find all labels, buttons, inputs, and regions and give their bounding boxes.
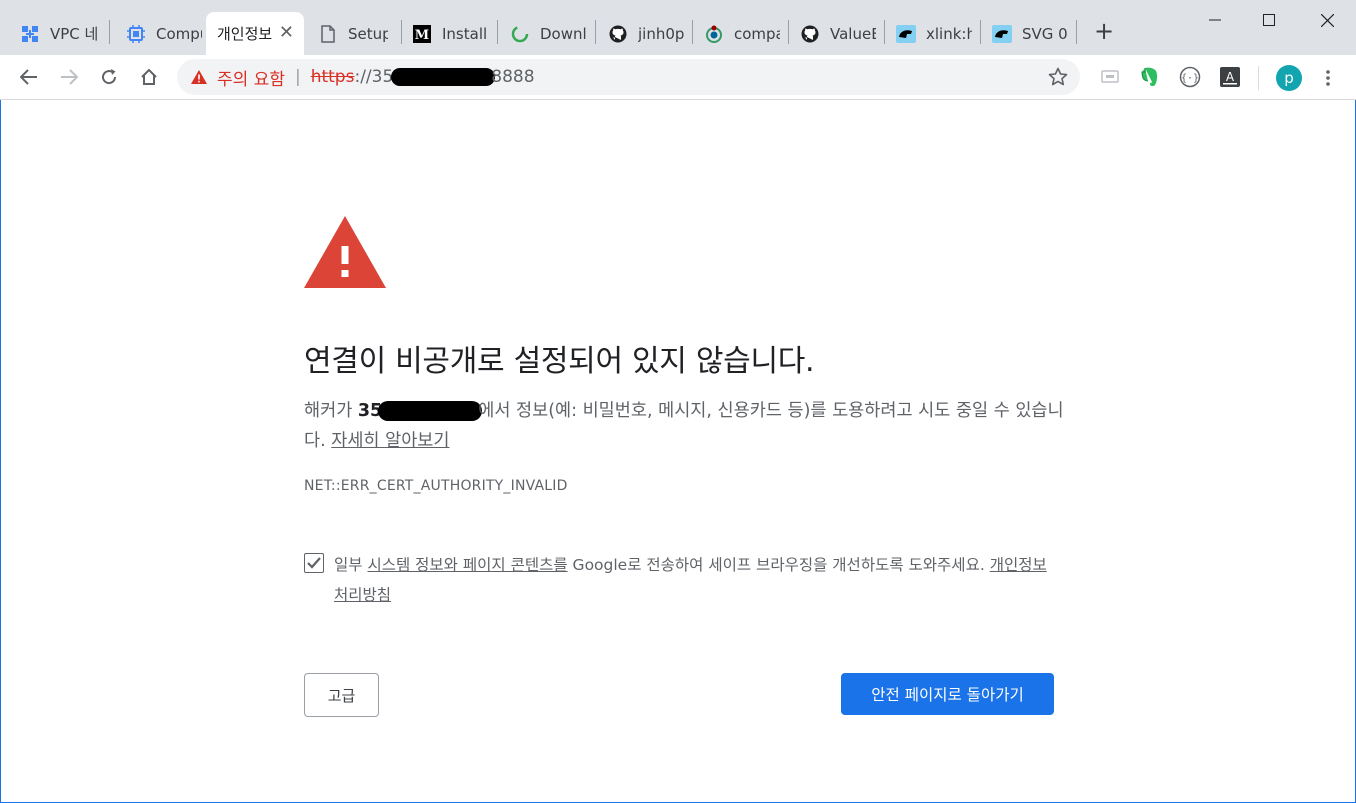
svg-text:A: A bbox=[1226, 70, 1235, 84]
tab-title: Installi bbox=[442, 24, 488, 43]
braces-icon: {·} bbox=[1179, 66, 1201, 88]
vpc-network-icon bbox=[20, 24, 40, 44]
tab-separator bbox=[1076, 20, 1077, 44]
back-to-safety-button[interactable]: 안전 페이지로 돌아가기 bbox=[841, 673, 1054, 715]
error-code: NET::ERR_CERT_AUTHORITY_INVALID bbox=[304, 478, 568, 494]
minimize-icon bbox=[1209, 19, 1221, 21]
home-icon bbox=[141, 68, 157, 85]
extension-cast[interactable] bbox=[1097, 64, 1123, 90]
profile-avatar[interactable]: p bbox=[1276, 65, 1302, 91]
tab-xlink[interactable]: xlink:h bbox=[882, 12, 978, 55]
document-icon bbox=[318, 24, 338, 44]
tab-title: Downl bbox=[540, 24, 586, 43]
system-info-link[interactable]: 시스템 정보와 페이지 콘텐츠를 bbox=[367, 556, 567, 574]
tab-svg[interactable]: SVG 0 bbox=[978, 12, 1074, 55]
close-icon bbox=[1320, 13, 1334, 27]
github-icon bbox=[608, 24, 628, 44]
url-host-prefix: ://35 bbox=[354, 67, 394, 87]
toolbar-separator bbox=[1258, 66, 1259, 90]
medium-logo-icon: M bbox=[412, 24, 432, 44]
extension-typography[interactable]: A bbox=[1217, 64, 1243, 90]
page-title: 연결이 비공개로 설정되어 있지 않습니다. bbox=[304, 344, 815, 379]
font-a-icon: A bbox=[1220, 67, 1240, 87]
evernote-icon bbox=[1141, 67, 1158, 87]
extension-evernote[interactable] bbox=[1137, 64, 1163, 90]
arrow-left-icon bbox=[20, 69, 37, 85]
url-scheme: https bbox=[310, 67, 355, 87]
tab-title: ValueE bbox=[830, 24, 876, 43]
error-description: 해커가 35 에서 정보(예: 비밀번호, 메시지, 신용카드 등)를 도용하려고… bbox=[304, 396, 1064, 456]
tab-vpc[interactable]: VPC 네 bbox=[6, 12, 106, 55]
learn-more-link[interactable]: 자세히 알아보기 bbox=[331, 431, 449, 451]
maximize-button[interactable] bbox=[1246, 6, 1292, 34]
optin-prefix: 일부 bbox=[334, 556, 368, 574]
bookmark-star-icon[interactable] bbox=[1048, 67, 1068, 87]
maximize-icon bbox=[1263, 14, 1275, 26]
reload-button[interactable] bbox=[95, 63, 123, 91]
tab-title: 개인정보 bbox=[217, 25, 273, 43]
forward-button[interactable] bbox=[55, 63, 83, 91]
more-vertical-icon bbox=[1326, 70, 1330, 86]
github-icon bbox=[800, 24, 820, 44]
tab-setup[interactable]: Setup bbox=[304, 12, 398, 55]
tab-title: xlink:h bbox=[926, 24, 972, 43]
checkmark-icon bbox=[307, 557, 321, 569]
warning-triangle-icon bbox=[304, 216, 386, 288]
home-button[interactable] bbox=[135, 63, 163, 91]
minimize-button[interactable] bbox=[1192, 6, 1238, 34]
tab-compa[interactable]: compa bbox=[690, 12, 786, 55]
tab-valuee[interactable]: ValueE bbox=[786, 12, 882, 55]
svg-text:{·}: {·} bbox=[1181, 73, 1199, 84]
url-text: https://35 8888 bbox=[311, 67, 535, 87]
tab-download[interactable]: Downl bbox=[496, 12, 592, 55]
advanced-button[interactable]: 고급 bbox=[304, 673, 379, 717]
mdn-dino-icon bbox=[896, 24, 916, 44]
tab-installing[interactable]: M Installi bbox=[398, 12, 494, 55]
tab-title: VPC 네 bbox=[50, 25, 99, 43]
window-close-button[interactable] bbox=[1304, 6, 1350, 34]
url-port: 8888 bbox=[491, 67, 535, 87]
desc-prefix: 해커가 bbox=[304, 401, 358, 421]
browser-menu-button[interactable] bbox=[1318, 65, 1338, 91]
new-tab-button[interactable]: + bbox=[1092, 19, 1116, 44]
tab-title: Setup bbox=[348, 24, 388, 43]
screen-icon bbox=[1101, 70, 1119, 83]
reload-icon bbox=[102, 69, 117, 85]
security-chip[interactable]: 주의 요함 bbox=[191, 65, 285, 90]
browser-toolbar: 주의 요함 | https://35 8888 {·} A p bbox=[0, 55, 1356, 100]
safe-browsing-checkbox[interactable] bbox=[304, 553, 324, 573]
arrow-right-icon bbox=[61, 69, 78, 85]
tab-title: jinh0p bbox=[638, 24, 684, 43]
tab-strip: VPC 네 Compu 개인정보 ✕ Setup M Installi Down… bbox=[0, 0, 1356, 55]
omnibox-separator: | bbox=[294, 67, 301, 87]
tab-title: Compu bbox=[156, 24, 202, 43]
tab-privacy-error[interactable]: 개인정보 ✕ bbox=[206, 12, 304, 55]
security-label: 주의 요함 bbox=[217, 69, 285, 90]
tab-title: compa bbox=[734, 24, 780, 43]
svg-text:M: M bbox=[415, 28, 429, 43]
loading-spinner-icon bbox=[510, 24, 530, 44]
tab-separator bbox=[109, 20, 110, 44]
close-tab-icon[interactable]: ✕ bbox=[279, 23, 294, 43]
address-bar[interactable]: 주의 요함 | https://35 8888 bbox=[177, 59, 1080, 95]
mdn-dino-icon bbox=[992, 24, 1012, 44]
tab-compute[interactable]: Compu bbox=[112, 12, 202, 55]
safe-browsing-optin: 일부 시스템 정보와 페이지 콘텐츠를 Google로 전송하여 세이프 브라우… bbox=[334, 550, 1054, 610]
optin-middle: Google로 전송하여 세이프 브라우징을 개선하도록 도와주세요. bbox=[567, 556, 990, 574]
tab-jinh0p[interactable]: jinh0p bbox=[594, 12, 690, 55]
back-button[interactable] bbox=[15, 63, 43, 91]
compute-engine-icon bbox=[126, 24, 146, 44]
tab-title: SVG 0 bbox=[1022, 24, 1068, 43]
redacted-host bbox=[378, 401, 483, 421]
wikipedia-icon bbox=[704, 24, 724, 44]
warning-triangle-icon bbox=[191, 70, 207, 84]
redacted-host bbox=[391, 68, 496, 86]
extension-json-viewer[interactable]: {·} bbox=[1177, 64, 1203, 90]
